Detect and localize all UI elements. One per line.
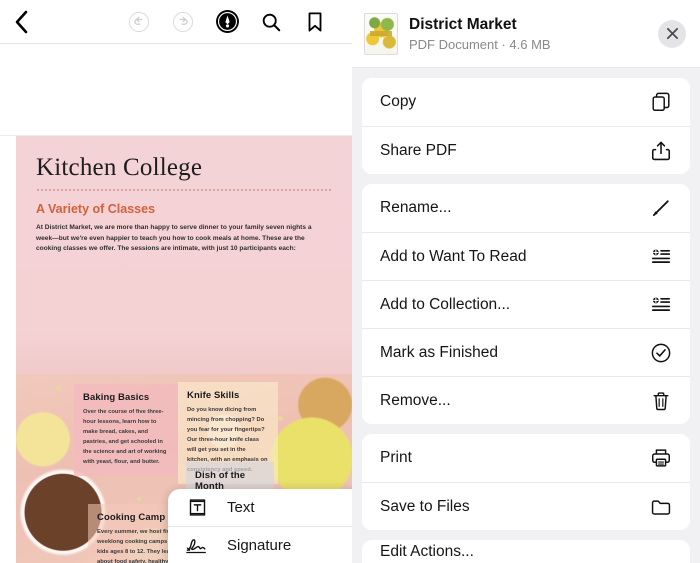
markup-item-text[interactable]: Text — [168, 489, 352, 526]
add-to-list-icon — [648, 292, 674, 318]
action-label: Share PDF — [380, 141, 457, 159]
printer-icon — [648, 445, 674, 471]
action-group-output: Print Save to Files — [362, 434, 690, 530]
action-row-add-to-want-to-read[interactable]: Add to Want To Read — [362, 232, 690, 280]
markup-tools-popup: Text Signature — [168, 489, 352, 563]
markup-item-signature[interactable]: Signature — [168, 526, 352, 563]
document-meta: District Market PDF Document · 4.6 MB — [409, 15, 647, 51]
bookmark-button[interactable] — [302, 9, 328, 35]
trash-icon — [648, 388, 674, 414]
markup-item-label: Text — [227, 499, 255, 516]
action-row-print[interactable]: Print — [362, 434, 690, 482]
document-title: District Market — [409, 16, 517, 34]
card-heading: Baking Basics — [83, 392, 150, 403]
action-row-mark-as-finished[interactable]: Mark as Finished — [362, 328, 690, 376]
action-row-rename[interactable]: Rename... — [362, 184, 690, 232]
signature-icon — [184, 535, 210, 556]
text-box-icon — [184, 497, 210, 518]
markup-button[interactable] — [214, 9, 240, 35]
pdf-text-content: Kitchen College A Variety of Classes At … — [16, 136, 352, 255]
pdf-card-baking-basics: Baking Basics Over the course of five th… — [74, 384, 178, 476]
checkmark-circle-icon — [648, 340, 674, 366]
pdf-thumbnail — [364, 12, 398, 55]
card-body: Every summer, we host five weeklong cook… — [97, 529, 177, 563]
action-row-share-pdf[interactable]: Share PDF — [362, 126, 690, 174]
undo-button[interactable] — [126, 9, 152, 35]
undo-icon — [128, 11, 150, 32]
card-heading: Cooking Camp — [97, 512, 166, 523]
document-description: PDF Document · 4.6 MB — [409, 36, 551, 52]
redo-button[interactable] — [170, 9, 196, 35]
markup-item-label: Signature — [227, 536, 292, 554]
pdf-intro-paragraph: At District Market, we are more than hap… — [36, 224, 312, 253]
copy-icon — [648, 89, 674, 115]
action-label: Add to Want To Read — [380, 247, 527, 265]
action-sheet-header: District Market PDF Document · 4.6 MB — [352, 0, 700, 68]
back-button[interactable] — [14, 10, 48, 34]
action-row-remove[interactable]: Remove... — [362, 376, 690, 424]
action-label: Print — [380, 449, 412, 466]
action-row-edit-actions[interactable]: Edit Actions... — [362, 540, 690, 563]
action-label: Mark as Finished — [380, 343, 499, 361]
action-label: Rename... — [380, 199, 452, 216]
action-group-share: Copy Share PDF — [362, 78, 690, 174]
action-label: Edit Actions... — [380, 543, 474, 560]
thumbnail-band — [370, 30, 392, 36]
pencil-icon — [648, 195, 674, 221]
action-row-copy[interactable]: Copy — [362, 78, 690, 126]
app-root: Kitchen College A Variety of Classes At … — [0, 0, 700, 563]
action-row-save-to-files[interactable]: Save to Files — [362, 482, 690, 530]
close-icon — [666, 27, 678, 40]
add-to-list-icon — [648, 244, 674, 270]
action-sheet-body: Copy Share PDF Rename... Add to Want To … — [352, 68, 700, 563]
pdf-title-divider — [36, 189, 332, 191]
back-chevron-icon — [15, 10, 28, 33]
card-heading: Knife Skills — [187, 390, 240, 401]
markup-pen-icon — [215, 10, 239, 33]
pdf-reader-pane: Kitchen College A Variety of Classes At … — [0, 0, 352, 563]
action-row-add-to-collection[interactable]: Add to Collection... — [362, 280, 690, 328]
action-label: Remove... — [380, 391, 451, 409]
action-group-edit: Edit Actions... — [362, 540, 690, 563]
bookmark-icon — [308, 11, 322, 32]
document-action-sheet: District Market PDF Document · 4.6 MB Co… — [352, 0, 700, 563]
close-button[interactable] — [658, 19, 686, 48]
search-icon — [262, 13, 281, 31]
folder-icon — [648, 494, 674, 520]
action-label: Add to Collection... — [380, 295, 511, 313]
pdf-document-title: Kitchen College — [36, 154, 203, 181]
page-top-whitespace — [0, 44, 352, 136]
action-label: Save to Files — [380, 497, 470, 515]
redo-icon — [172, 11, 194, 32]
pdf-section-heading: A Variety of Classes — [36, 202, 156, 216]
share-icon — [648, 138, 674, 164]
edit-actions-icon — [648, 540, 674, 563]
reader-toolbar — [0, 0, 352, 44]
action-label: Copy — [380, 93, 417, 110]
card-body: Over the course of five three-hour lesso… — [83, 409, 167, 465]
action-group-organize: Rename... Add to Want To Read Add to Col… — [362, 184, 690, 424]
search-button[interactable] — [258, 9, 284, 35]
toolbar-actions — [126, 9, 338, 35]
